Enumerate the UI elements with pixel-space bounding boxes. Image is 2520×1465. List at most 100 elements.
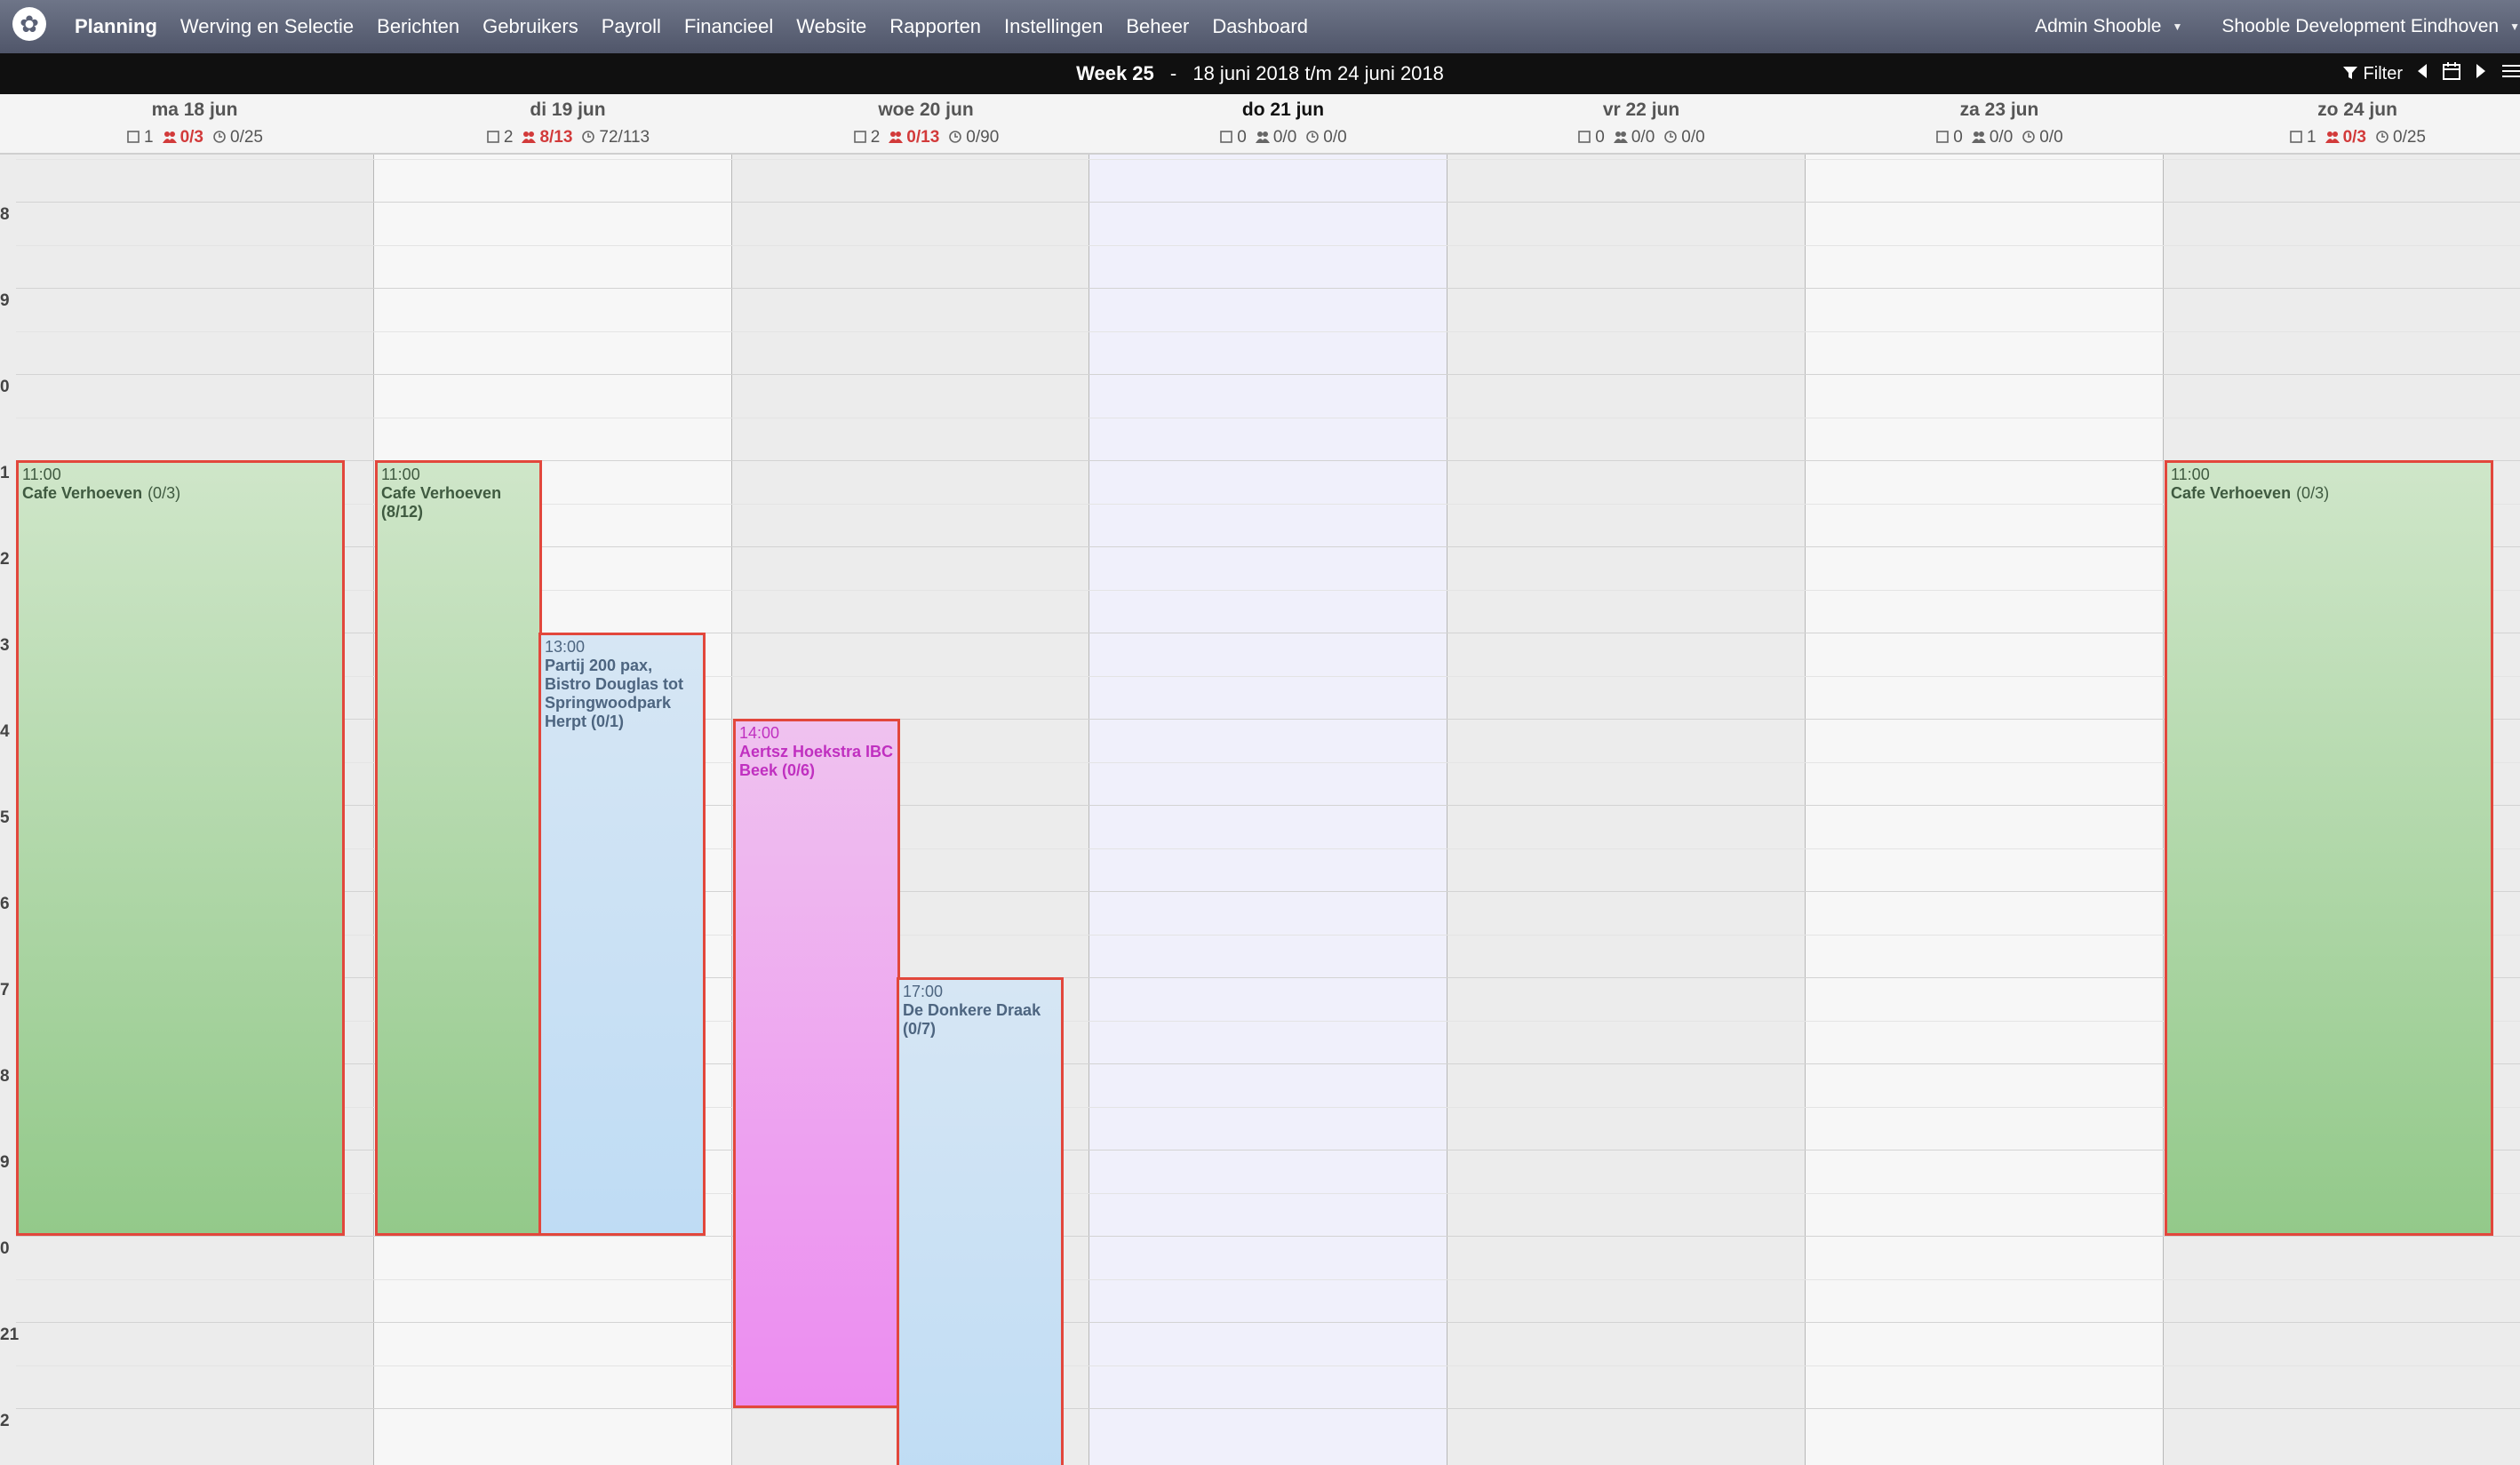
day-name: zo 24 jun [2317, 100, 2397, 120]
event-title: Cafe Verhoeven [22, 484, 143, 502]
menu-item-planning[interactable]: Planning [75, 15, 157, 38]
day-column[interactable] [1089, 155, 1447, 1465]
menu-item-beheer[interactable]: Beheer [1126, 15, 1189, 38]
day-header[interactable]: do 21 jun 0 0/0 0/0 [1104, 94, 1462, 153]
shift-event[interactable]: 13:00 Partij 200 pax, Bistro Douglas tot … [538, 633, 706, 1236]
document-count: 1 [144, 128, 154, 147]
clover-logo-icon[interactable]: ✿ [12, 7, 46, 41]
document-icon [1578, 131, 1591, 143]
people-icon [162, 131, 177, 143]
menu-item-rapporten[interactable]: Rapporten [889, 15, 981, 38]
calendar-button[interactable] [2442, 61, 2461, 86]
menu-button[interactable] [2500, 63, 2520, 84]
day-name: do 21 jun [1241, 100, 1325, 120]
day-column[interactable] [1805, 155, 2163, 1465]
hour-label: 7 [0, 981, 10, 999]
day-headers: ma 18 jun 1 0/3 0/25 di 19 jun 2 8/13 72/113 woe… [0, 94, 2520, 155]
hours-count: 72/113 [599, 128, 650, 147]
menu-item-berichten[interactable]: Berichten [377, 15, 459, 38]
organization-menu[interactable]: Shooble Development Eindhoven ▼ [2221, 16, 2520, 37]
shift-event[interactable]: 17:00 De Donkere Draak (0/7) [897, 977, 1064, 1465]
half-hour-line [16, 245, 2520, 246]
hour-label: 21 [0, 1326, 20, 1344]
filter-button[interactable]: Filter [2342, 64, 2403, 84]
day-stats: 2 8/13 72/113 [389, 128, 746, 147]
hours-count: 0/25 [230, 128, 263, 147]
week-number: Week 25 [1076, 62, 1154, 84]
caret-down-icon: ▼ [2509, 20, 2520, 33]
half-hour-line [16, 159, 2520, 160]
filter-icon [2342, 66, 2357, 79]
day-stats: 0 0/0 0/0 [1463, 128, 1820, 147]
document-icon [487, 131, 499, 143]
people-icon [1613, 131, 1628, 143]
hour-line [16, 1408, 2520, 1409]
clock-icon [949, 131, 962, 143]
calendar-grid: 8 9 0 1 2 3 4 5 6 7 8 9 0 21 2 11:00 Cafe Verhoeven (0/3)… [0, 155, 2520, 1465]
clock-icon [1306, 131, 1320, 143]
document-icon [1220, 131, 1233, 143]
half-hour-line [16, 1279, 2520, 1280]
hours-count: 0/0 [2039, 128, 2063, 147]
menu-item-instellingen[interactable]: Instellingen [1004, 15, 1103, 38]
shift-event[interactable]: 11:00 Cafe Verhoeven (0/3) [16, 460, 345, 1236]
day-column[interactable] [1447, 155, 1805, 1465]
document-count: 0 [1595, 128, 1605, 147]
next-week-button[interactable] [2476, 63, 2486, 84]
document-count: 0 [1953, 128, 1963, 147]
hour-label: 0 [0, 378, 10, 396]
top-navigation-bar: ✿ Planning Werving en Selectie Berichten Ge… [0, 0, 2520, 53]
people-icon [889, 131, 904, 143]
hour-label: 8 [0, 1067, 10, 1086]
hour-label: 3 [0, 636, 10, 655]
staffing-count: 0/0 [1989, 128, 2014, 147]
menu-item-gebruikers[interactable]: Gebruikers [482, 15, 578, 38]
day-header[interactable]: zo 24 jun 1 0/3 0/25 [2179, 94, 2520, 153]
organization-name: Shooble Development Eindhoven [2221, 16, 2500, 36]
day-stats: 0 0/0 0/0 [1104, 128, 1462, 147]
shift-event[interactable]: 14:00 Aertsz Hoekstra IBC Beek (0/6) [733, 719, 900, 1408]
user-menu[interactable]: Admin Shooble ▼ [2035, 16, 2182, 37]
hamburger-menu-icon [2502, 65, 2520, 77]
day-header[interactable]: di 19 jun 2 8/13 72/113 [389, 94, 746, 153]
menu-item-website[interactable]: Website [796, 15, 866, 38]
people-icon [1255, 131, 1270, 143]
event-title: Cafe Verhoeven [2171, 484, 2292, 502]
hour-label: 5 [0, 808, 10, 827]
previous-week-button[interactable] [2417, 63, 2428, 84]
hours-count: 0/0 [1323, 128, 1347, 147]
event-time: 11:00 [2171, 466, 2210, 483]
document-icon [2290, 131, 2302, 143]
day-header[interactable]: vr 22 jun 0 0/0 0/0 [1463, 94, 1820, 153]
week-controls: Filter [2342, 53, 2520, 94]
document-count: 0 [1237, 128, 1247, 147]
hour-label: 8 [0, 205, 10, 224]
document-icon [127, 131, 140, 143]
hour-label: 0 [0, 1239, 10, 1258]
menu-item-dashboard[interactable]: Dashboard [1212, 15, 1308, 38]
event-title: Aertsz Hoekstra IBC Beek (0/6) [739, 743, 894, 779]
menu-item-werving-en-selectie[interactable]: Werving en Selectie [180, 15, 354, 38]
clock-icon [2376, 131, 2388, 143]
staffing-count: 0/13 [906, 128, 940, 147]
shift-event[interactable]: 11:00 Cafe Verhoeven (0/3) [2165, 460, 2493, 1236]
day-header[interactable]: woe 20 jun 2 0/13 0/90 [747, 94, 1104, 153]
day-header[interactable]: za 23 jun 0 0/0 0/0 [1821, 94, 2178, 153]
hour-label: 9 [0, 291, 10, 310]
day-name: woe 20 jun [878, 100, 974, 120]
staffing-count: 8/13 [539, 128, 573, 147]
hour-line [16, 374, 2520, 375]
clock-icon [2022, 131, 2036, 143]
document-icon [853, 131, 866, 143]
day-header[interactable]: ma 18 jun 1 0/3 0/25 [16, 94, 373, 153]
staffing-count: 0/0 [1631, 128, 1655, 147]
caret-down-icon: ▼ [2172, 20, 2183, 33]
shift-event[interactable]: 11:00 Cafe Verhoeven (8/12) [375, 460, 542, 1236]
clock-icon [1664, 131, 1678, 143]
hour-label: 6 [0, 895, 10, 913]
user-name: Admin Shooble [2035, 16, 2162, 36]
menu-item-payroll[interactable]: Payroll [602, 15, 661, 38]
menu-item-financieel[interactable]: Financieel [684, 15, 773, 38]
event-time: 17:00 [903, 983, 944, 1000]
staffing-count: 0/3 [179, 128, 203, 147]
